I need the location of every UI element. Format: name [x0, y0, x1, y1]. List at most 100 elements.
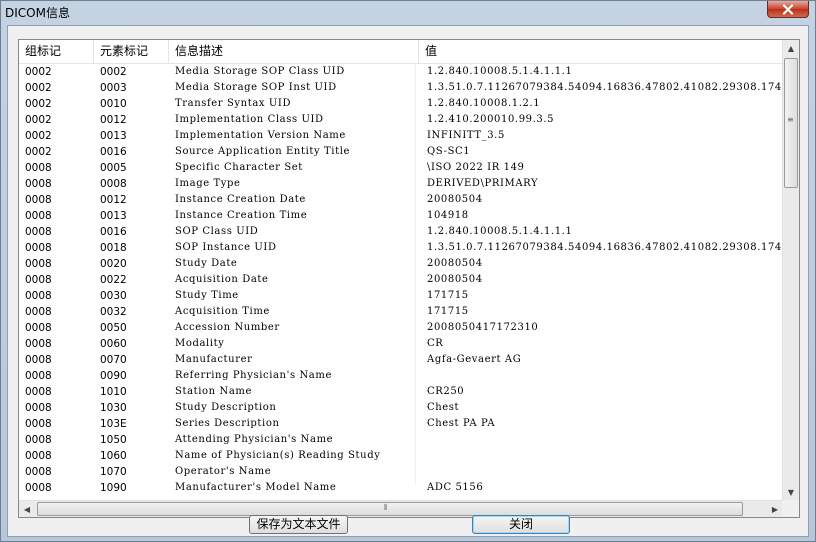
group-tag-cell: 0002 — [25, 114, 52, 126]
element-tag-cell: 1070 — [100, 466, 127, 478]
table-row[interactable]: 0008 0008 Image Type DERIVED\PRIMARY — [19, 176, 783, 192]
value-cell: 171715 — [427, 290, 469, 301]
table-row[interactable]: 0008 0020 Study Date 20080504 — [19, 256, 783, 272]
table-row[interactable]: 0008 0030 Study Time 171715 — [19, 288, 783, 304]
value-cell: CR — [427, 338, 444, 349]
group-tag-cell: 0008 — [25, 226, 52, 238]
table-row[interactable]: 0008 1010 Station Name CR250 — [19, 384, 783, 400]
table-row[interactable]: 0008 0012 Instance Creation Date 20080504 — [19, 192, 783, 208]
vertical-scroll-thumb[interactable]: ≡ — [784, 58, 798, 188]
group-tag-cell: 0008 — [25, 258, 52, 270]
description-cell: Specific Character Set — [175, 162, 303, 173]
group-tag-cell: 0008 — [25, 274, 52, 286]
table-row[interactable]: 0008 103E Series Description Chest PA PA — [19, 416, 783, 432]
group-tag-cell: 0008 — [25, 210, 52, 222]
value-cell: 20080504 — [427, 274, 483, 285]
scrollbar-corner — [782, 500, 799, 517]
horizontal-scroll-thumb[interactable]: ⦀ — [37, 502, 743, 516]
close-icon — [782, 3, 794, 15]
group-tag-cell: 0002 — [25, 82, 52, 94]
column-header-element[interactable]: 元素标记 — [94, 40, 169, 63]
description-cell: Instance Creation Time — [175, 210, 308, 221]
column-header-group[interactable]: 组标记 — [19, 40, 94, 63]
value-cell: 1.3.51.0.7.11267079384.54094.16836.47802… — [427, 82, 783, 93]
table-row[interactable]: 0008 0016 SOP Class UID 1.2.840.10008.5.1.4… — [19, 224, 783, 240]
table-row[interactable]: 0002 0012 Implementation Class UID 1.2.410.… — [19, 112, 783, 128]
table-row[interactable]: 0002 0016 Source Application Entity Title Q… — [19, 144, 783, 160]
description-cell: Image Type — [175, 178, 241, 189]
value-cell: 1.2.840.10008.1.2.1 — [427, 98, 541, 109]
element-tag-cell: 0070 — [100, 354, 127, 366]
dicom-tag-list[interactable]: 组标记 元素标记 信息描述 值 0002 0002 Media Storage SO… — [18, 39, 800, 518]
value-cell: Chest PA PA — [427, 418, 496, 429]
value-cell — [421, 464, 783, 480]
column-header-value[interactable]: 值 — [419, 40, 783, 63]
window-close-button[interactable] — [767, 1, 809, 18]
description-cell: Acquisition Time — [175, 306, 270, 317]
value-cell — [421, 448, 783, 464]
description-cell: Study Date — [175, 258, 238, 269]
table-row[interactable]: 0002 0002 Media Storage SOP Class UID 1.2.8… — [19, 64, 783, 80]
value-cell — [421, 432, 783, 448]
title-bar[interactable]: DICOM信息 — [1, 1, 815, 25]
table-row[interactable]: 0008 0005 Specific Character Set \ISO 2022 … — [19, 160, 783, 176]
element-tag-cell: 0030 — [100, 290, 127, 302]
table-row[interactable]: 0008 0032 Acquisition Time 171715 — [19, 304, 783, 320]
column-header-description[interactable]: 信息描述 — [169, 40, 419, 63]
group-tag-cell: 0008 — [25, 450, 52, 462]
value-cell: 1.2.840.10008.5.1.4.1.1.1 — [427, 226, 573, 237]
save-as-text-button[interactable]: 保存为文本文件 — [249, 515, 348, 534]
table-row[interactable]: 0002 0003 Media Storage SOP Inst UID 1.3.51… — [19, 80, 783, 96]
table-row[interactable]: 0008 1060 Name of Physician(s) Reading Stu… — [19, 448, 783, 464]
value-cell: 20080504 — [427, 194, 483, 205]
element-tag-cell: 0090 — [100, 370, 127, 382]
group-tag-cell: 0008 — [25, 242, 52, 254]
group-tag-cell: 0002 — [25, 130, 52, 142]
table-row[interactable]: 0008 0090 Referring Physician's Name — [19, 368, 783, 384]
close-button[interactable]: 关闭 — [472, 515, 570, 534]
table-row[interactable]: 0008 1050 Attending Physician's Name — [19, 432, 783, 448]
description-cell: Station Name — [175, 386, 252, 397]
dialog-client-area: 组标记 元素标记 信息描述 值 0002 0002 Media Storage SO… — [7, 25, 809, 537]
group-tag-cell: 0008 — [25, 322, 52, 334]
table-row[interactable]: 0008 1030 Study Description Chest — [19, 400, 783, 416]
value-cell: 104918 — [427, 210, 469, 221]
element-tag-cell: 0008 — [100, 178, 127, 190]
group-tag-cell: 0002 — [25, 66, 52, 78]
value-cell: 1.2.840.10008.5.1.4.1.1.1 — [427, 66, 573, 77]
vertical-scrollbar[interactable]: ▲ ≡ ▼ — [782, 40, 799, 500]
arrow-right-icon[interactable]: ▶ — [767, 501, 783, 517]
arrow-down-icon[interactable]: ▼ — [783, 484, 799, 500]
list-header: 组标记 元素标记 信息描述 值 — [19, 40, 783, 64]
value-cell — [421, 368, 783, 384]
table-row[interactable]: 0008 0013 Instance Creation Time 104918 — [19, 208, 783, 224]
arrow-left-icon[interactable]: ◀ — [19, 501, 35, 517]
description-cell: Operator's Name — [175, 466, 272, 477]
group-tag-cell: 0008 — [25, 402, 52, 414]
table-row[interactable]: 0008 1090 Manufacturer's Model Name ADC 515… — [19, 480, 783, 496]
group-tag-cell: 0008 — [25, 290, 52, 302]
table-row[interactable]: 0008 1070 Operator's Name — [19, 464, 783, 480]
table-row[interactable]: 0008 0022 Acquisition Date 20080504 — [19, 272, 783, 288]
element-tag-cell: 1060 — [100, 450, 127, 462]
element-tag-cell: 103E — [100, 418, 127, 430]
table-row[interactable]: 0008 0050 Accession Number 2008050417172310 — [19, 320, 783, 336]
table-row[interactable]: 0008 0060 Modality CR — [19, 336, 783, 352]
element-tag-cell: 0016 — [100, 146, 127, 158]
element-tag-cell: 0020 — [100, 258, 127, 270]
value-cell: \ISO 2022 IR 149 — [427, 162, 525, 173]
group-tag-cell: 0008 — [25, 418, 52, 430]
group-tag-cell: 0008 — [25, 178, 52, 190]
table-row[interactable]: 0002 0010 Transfer Syntax UID 1.2.840.10008… — [19, 96, 783, 112]
element-tag-cell: 0022 — [100, 274, 127, 286]
horizontal-scrollbar[interactable]: ◀ ⦀ ▶ — [19, 500, 783, 517]
table-row[interactable]: 0008 0018 SOP Instance UID 1.3.51.0.7.11267… — [19, 240, 783, 256]
table-row[interactable]: 0008 0070 Manufacturer Agfa-Gevaert AG — [19, 352, 783, 368]
arrow-up-icon[interactable]: ▲ — [783, 40, 799, 56]
value-cell: Agfa-Gevaert AG — [427, 354, 522, 365]
group-tag-cell: 0008 — [25, 354, 52, 366]
group-tag-cell: 0008 — [25, 386, 52, 398]
table-row[interactable]: 0002 0013 Implementation Version Name INFIN… — [19, 128, 783, 144]
description-cell: Implementation Version Name — [175, 130, 346, 141]
description-cell: Transfer Syntax UID — [175, 98, 292, 109]
